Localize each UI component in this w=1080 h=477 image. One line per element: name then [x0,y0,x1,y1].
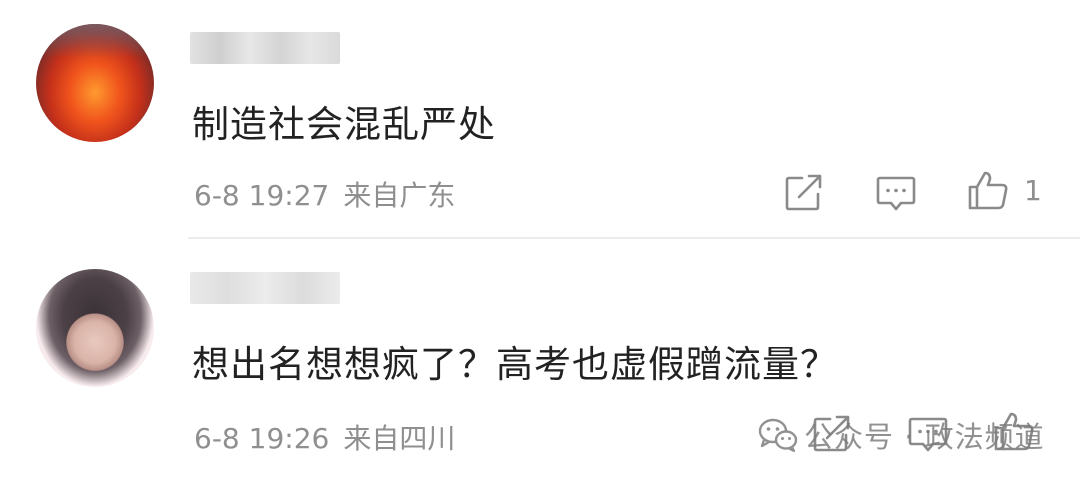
comment-meta: 6-8 19:27 来自广东 [194,174,455,214]
comment-text: 想出名想想疯了？高考也虚假蹭流量？ [192,343,838,386]
username-blurred[interactable] [190,272,340,304]
comment-text: 制造社会混乱严处 [192,103,496,146]
like-count: 1 [1024,174,1042,207]
comment-item: 制造社会混乱严处 6-8 19:27 来自广东 1 [0,0,1080,238]
thumbs-up-icon [968,171,1008,210]
watermark: 公众号 · 政法频道 [758,415,1045,455]
share-button[interactable] [782,170,826,214]
comment-location: 来自四川 [343,422,456,455]
avatar[interactable] [36,24,154,142]
share-icon [785,174,822,211]
reply-button[interactable] [874,170,918,214]
comment-list: 制造社会混乱严处 6-8 19:27 来自广东 1 想出名想想疯了？高考也虚假蹭… [0,0,1080,477]
comment-location: 来自广东 [343,179,456,212]
like-button[interactable] [966,168,1010,212]
wechat-icon [758,418,798,452]
comment-date: 6-8 19:26 [194,422,330,455]
username-blurred[interactable] [190,32,340,64]
watermark-text: 公众号 · 政法频道 [804,420,1045,454]
comment-date: 6-8 19:27 [194,179,330,212]
avatar[interactable] [36,269,154,387]
comment-meta: 6-8 19:26 来自四川 [194,417,455,457]
comment-icon [876,176,916,211]
